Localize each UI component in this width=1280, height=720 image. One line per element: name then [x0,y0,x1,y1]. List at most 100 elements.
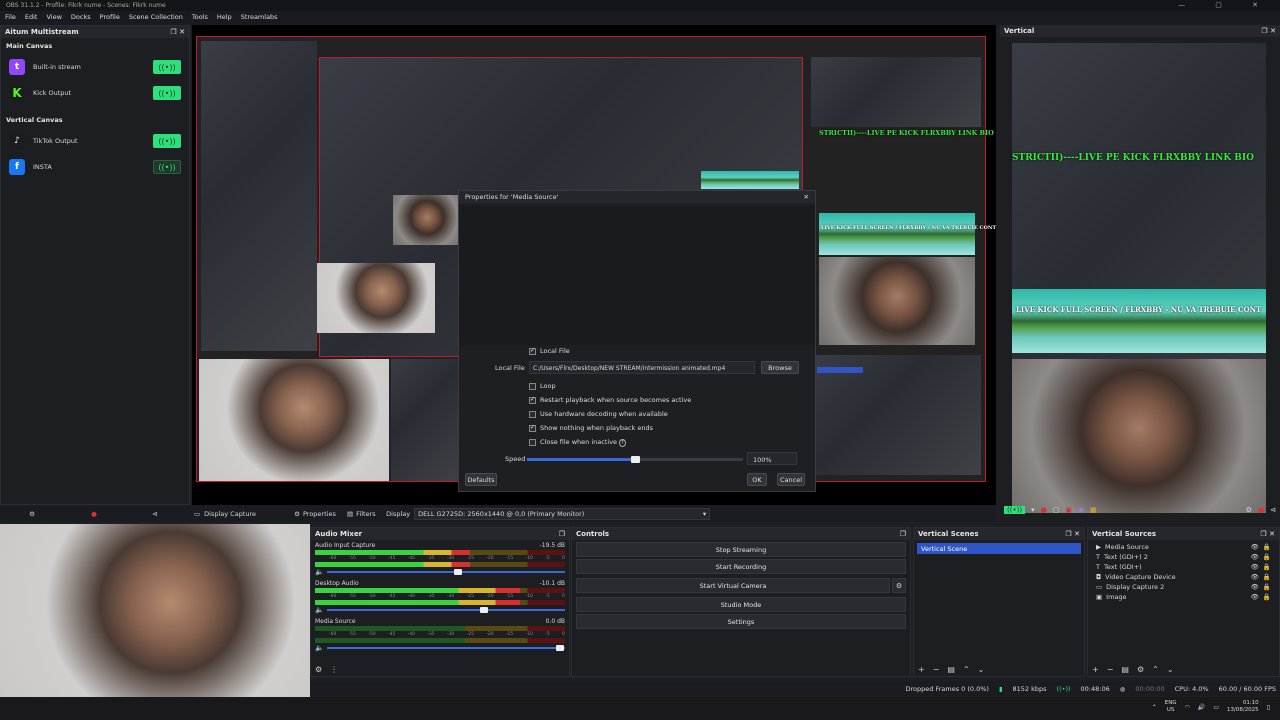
menu-view[interactable]: View [46,13,61,23]
gear-icon[interactable]: ⚙ [892,578,906,593]
menu-profile[interactable]: Profile [100,13,120,23]
menu-scene-collection[interactable]: Scene Collection [129,13,183,23]
restart-checkbox-row[interactable]: Restart playback when source becomes act… [529,396,691,404]
lock-icon[interactable]: 🔒 [1263,593,1271,601]
speed-slider[interactable] [527,456,743,463]
studio-mode-button[interactable]: Studio Mode [576,597,906,612]
clock[interactable]: 01:10 13/08/2025 [1227,700,1259,714]
dock-buttons-icon[interactable]: ❐ ✕ [1065,530,1080,538]
local-file-checkbox-row[interactable]: Local File [529,347,570,355]
filter-icon[interactable]: ▤ [1121,665,1129,674]
output-toggle-button[interactable]: ((•)) [153,134,181,148]
volume-slider[interactable] [326,607,565,613]
close-icon[interactable]: ✕ [804,193,809,201]
more-icon[interactable]: ⋮ [330,665,338,674]
volume-slider-handle[interactable] [479,607,488,613]
speaker-icon[interactable]: 🔈 [315,606,324,614]
virtualcam-icon[interactable]: ◉ [1078,506,1084,514]
local-file-input[interactable]: C:/Users/Flrx/Desktop/NEW STREAM/intermi… [529,361,755,374]
properties-button[interactable]: Properties [303,510,347,518]
ok-button[interactable]: OK [747,473,767,486]
dock-buttons-icon[interactable]: ❐ [559,530,565,538]
gear-icon[interactable]: ⚙ [1137,665,1144,674]
filters-button[interactable]: Filters [356,510,386,518]
chevron-down-icon[interactable]: ⌄ [978,665,985,674]
gear-icon[interactable]: ⚙ [1246,506,1252,514]
show-nothing-checkbox-row[interactable]: Show nothing when playback ends [529,424,653,432]
speed-slider-handle[interactable] [631,456,640,463]
loop-checkbox-row[interactable]: Loop [529,382,556,390]
lock-icon[interactable]: 🔒 [1263,563,1271,571]
list-item[interactable]: T Text (GDI+) 2 👁 🔒 [1088,552,1279,562]
checkbox[interactable] [529,382,536,390]
eye-icon[interactable]: 👁 [1251,583,1259,591]
eye-icon[interactable]: 👁 [1251,563,1259,571]
add-icon[interactable]: + [918,665,925,674]
window-controls[interactable]: — ▢ ✕ [1178,1,1272,9]
hw-decoding-checkbox-row[interactable]: Use hardware decoding when available [529,410,668,418]
record-icon[interactable]: ● [64,510,124,518]
volume-icon[interactable]: 🔊 [1198,704,1205,711]
vertical-preview[interactable]: STRICTII)----LIVE PE KICK FLRXBBY LINK B… [1012,43,1266,513]
output-toggle-button[interactable]: ((•)) [153,60,181,74]
speaker-icon[interactable]: 🔈 [315,568,324,576]
speed-input[interactable]: 100% [747,452,797,465]
list-item[interactable]: ◘ Video Capture Device 👁 🔒 [1088,572,1279,582]
eye-icon[interactable]: 👁 [1251,573,1259,581]
chevron-up-icon[interactable]: ⌃ [1152,704,1157,711]
gear-icon[interactable]: ⚙ [315,665,322,674]
dock-buttons-icon[interactable]: ❐ [900,530,906,538]
volume-slider[interactable] [326,645,565,651]
checkbox[interactable] [529,396,536,404]
chevron-up-icon[interactable]: ⌃ [1152,665,1159,674]
add-icon[interactable]: + [1092,665,1099,674]
chevron-up-icon[interactable]: ⌃ [963,665,970,674]
dock-buttons-icon[interactable]: ❐ ✕ [1260,530,1275,538]
menu-streamlabs[interactable]: Streamlabs [241,13,278,23]
eye-icon[interactable]: 👁 [1251,543,1259,551]
menu-docks[interactable]: Docks [71,13,91,23]
list-item[interactable]: ▶ Media Source 👁 🔒 [1088,542,1279,552]
close-inactive-checkbox-row[interactable]: Close file when inactive? [529,438,626,447]
stop-icon[interactable]: ▢ [1053,506,1060,514]
cancel-button[interactable]: Cancel [777,473,805,486]
chevron-down-icon[interactable]: ⌄ [1167,665,1174,674]
start-recording-button[interactable]: Start Recording [576,559,906,574]
wifi-icon[interactable]: ◠ [1185,704,1190,711]
dock-buttons-icon[interactable]: ❐ ✕ [1261,27,1276,35]
menu-tools[interactable]: Tools [192,13,208,23]
list-item[interactable]: ▣ Image 👁 🔒 [1088,592,1279,602]
lock-icon[interactable]: 🔒 [1263,543,1271,551]
checkbox[interactable] [529,347,536,355]
volume-slider-handle[interactable] [556,645,565,651]
language-indicator[interactable]: ENG US [1165,700,1177,714]
gear-icon[interactable]: ⚙ [0,510,64,518]
dock-buttons-icon[interactable]: ❐ ✕ [170,28,185,36]
battery-icon[interactable]: ▭ [1213,704,1219,711]
list-item[interactable]: ▭ Display Capture 2 👁 🔒 [1088,582,1279,592]
lock-icon[interactable]: 🔒 [1263,583,1271,591]
defaults-button[interactable]: Defaults [465,473,497,486]
stream-live-icon[interactable]: ((•)) [1004,506,1026,514]
replay-icon[interactable]: ▦ [1090,506,1097,514]
list-item[interactable]: Vertical Scene [917,543,1081,554]
pause-icon[interactable]: ▣ [1065,506,1072,514]
checkbox[interactable] [529,424,536,432]
transform-icon[interactable]: ⊲ [1270,506,1276,514]
lock-icon[interactable]: 🔒 [1263,573,1271,581]
record-icon[interactable]: ● [1041,506,1047,514]
eye-icon[interactable]: 👁 [1251,593,1259,601]
record-icon[interactable]: ● [1258,506,1264,514]
menu-file[interactable]: File [5,13,16,23]
menu-help[interactable]: Help [217,13,232,23]
stop-streaming-button[interactable]: Stop Streaming [576,542,906,557]
checkbox[interactable] [529,410,536,418]
browse-button[interactable]: Browse [761,361,799,374]
output-toggle-button[interactable]: ((•)) [153,160,181,174]
list-item[interactable]: T Text (GDI+) 👁 🔒 [1088,562,1279,572]
checkbox[interactable] [529,438,536,446]
transform-icon[interactable]: ⊲ [124,510,186,518]
remove-icon[interactable]: − [1107,665,1114,674]
eye-icon[interactable]: 👁 [1251,553,1259,561]
filter-icon[interactable]: ▤ [947,665,955,674]
